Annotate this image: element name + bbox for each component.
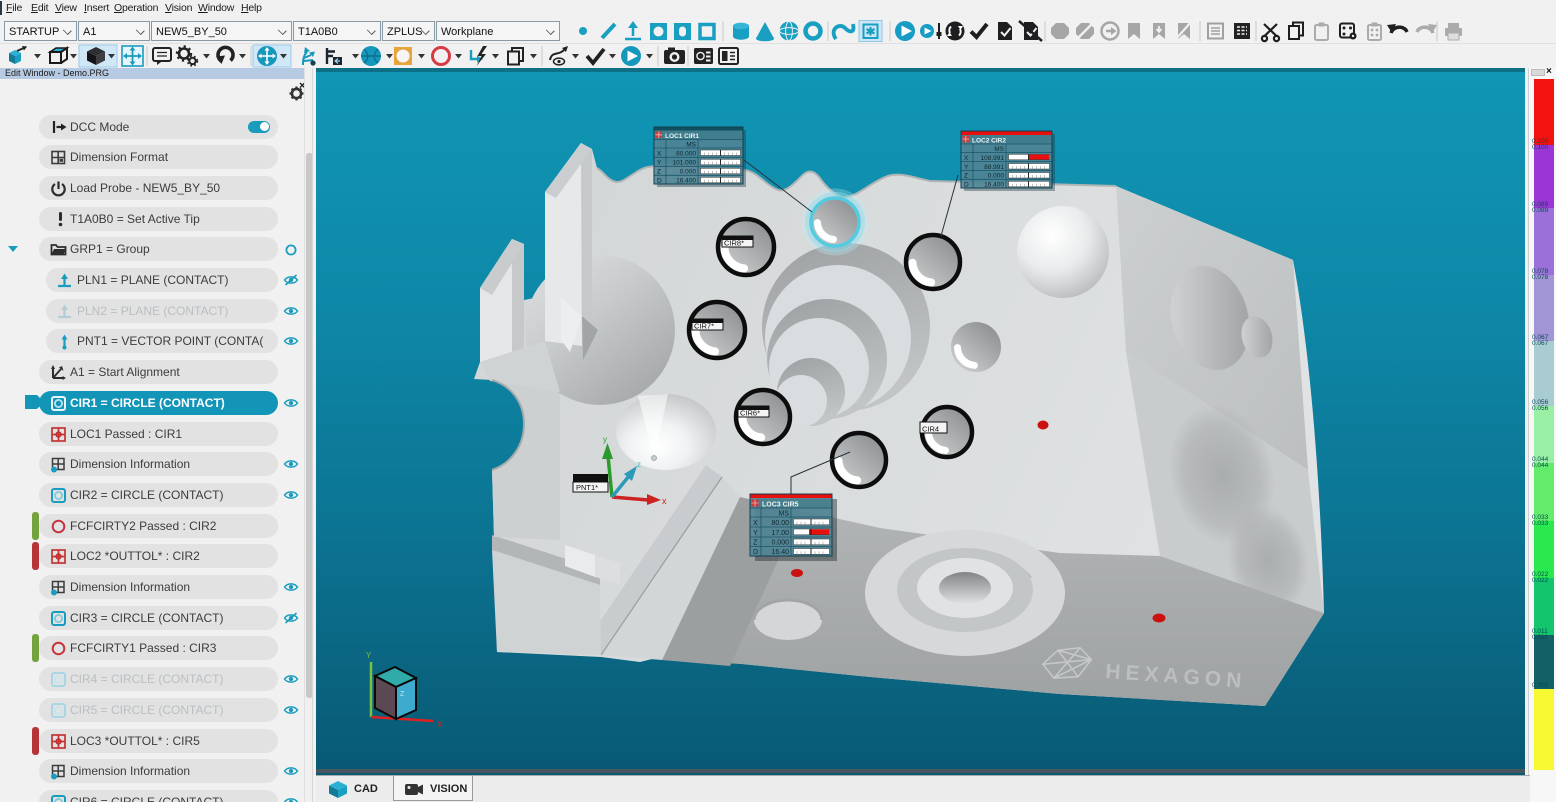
- svg-text:MS: MS: [686, 141, 696, 148]
- svg-text:Y: Y: [964, 164, 969, 171]
- svg-text:0.000: 0.000: [771, 540, 789, 547]
- svg-text:101.000: 101.000: [673, 160, 697, 167]
- svg-text:MS: MS: [779, 511, 790, 518]
- svg-text:x: x: [662, 496, 667, 506]
- svg-text:X: X: [753, 520, 758, 527]
- svg-text:D: D: [657, 177, 662, 184]
- svg-text:Y: Y: [753, 530, 758, 537]
- svg-text:16.40: 16.40: [771, 549, 789, 556]
- svg-text:17.00: 17.00: [771, 530, 789, 537]
- svg-text:X: X: [657, 150, 662, 157]
- svg-text:Y: Y: [366, 651, 372, 660]
- svg-text:MS: MS: [994, 146, 1004, 153]
- svg-text:LOC1 CIR1: LOC1 CIR1: [665, 133, 699, 140]
- svg-text:X: X: [964, 155, 969, 162]
- svg-text:Z: Z: [400, 691, 405, 698]
- svg-text:Z: Z: [964, 173, 968, 180]
- svg-text:LOC2 CIR2: LOC2 CIR2: [972, 137, 1006, 144]
- svg-text:88.991: 88.991: [984, 164, 1004, 171]
- svg-text:LOC3 CIR5: LOC3 CIR5: [762, 502, 799, 509]
- svg-text:PNT1*: PNT1*: [576, 483, 598, 492]
- svg-text:D: D: [964, 181, 969, 188]
- svg-text:80.00: 80.00: [771, 520, 789, 527]
- svg-text:X: X: [437, 720, 443, 729]
- svg-text:0.000: 0.000: [988, 173, 1005, 180]
- svg-text:Z: Z: [753, 540, 758, 547]
- svg-text:CIR8*: CIR8*: [724, 239, 744, 248]
- svg-text:Y: Y: [657, 160, 662, 167]
- svg-text:D: D: [753, 549, 758, 556]
- svg-text:16.400: 16.400: [984, 181, 1004, 188]
- svg-text:16.400: 16.400: [676, 177, 696, 184]
- svg-text:0.000: 0.000: [680, 169, 697, 176]
- svg-text:z: z: [637, 460, 641, 469]
- svg-text:CIR4: CIR4: [922, 425, 939, 434]
- svg-text:108.991: 108.991: [981, 155, 1005, 162]
- svg-text:Z: Z: [657, 169, 661, 176]
- svg-text:y: y: [603, 435, 607, 444]
- svg-text:80.000: 80.000: [676, 150, 696, 157]
- svg-text:CIR7*: CIR7*: [694, 322, 714, 331]
- svg-text:CIR6*: CIR6*: [740, 409, 760, 418]
